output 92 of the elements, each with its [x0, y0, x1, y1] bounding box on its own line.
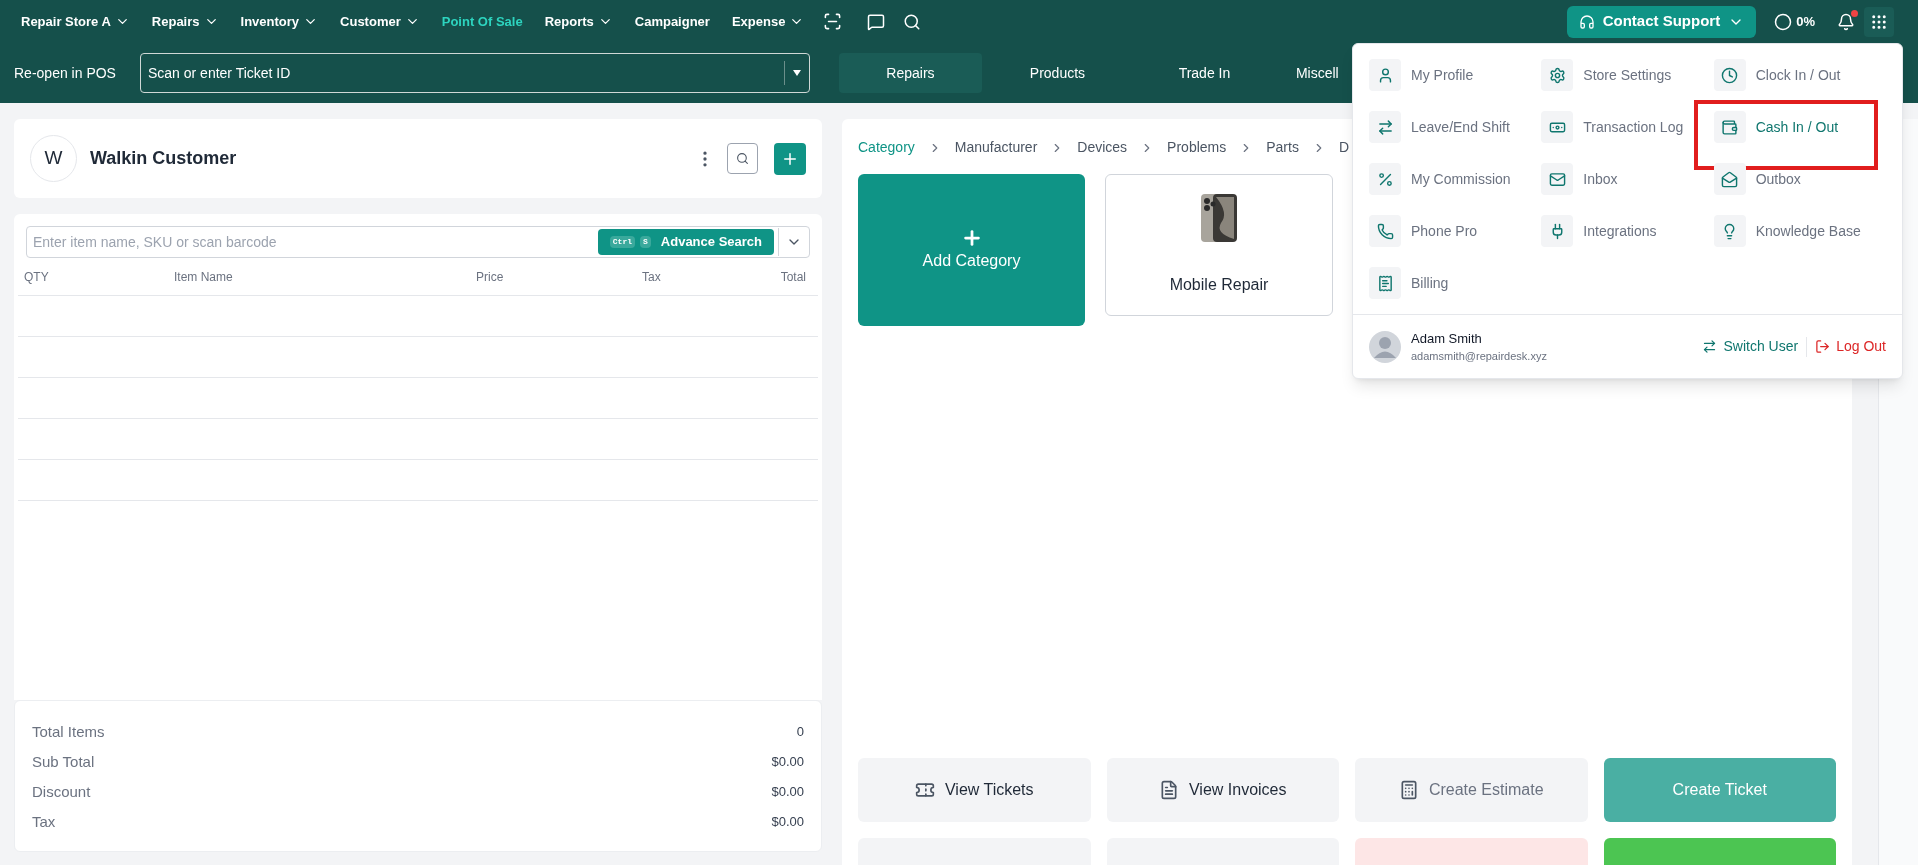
search-customer-button[interactable]: [727, 143, 758, 174]
scan-icon[interactable]: [823, 12, 843, 31]
open-envelope-icon: [1713, 163, 1746, 195]
menu-item[interactable]: Store Settings: [1541, 59, 1714, 91]
breadcrumb-link[interactable]: Category: [858, 137, 915, 158]
summary-label: Tax: [32, 811, 56, 832]
summary-label: Total Items: [32, 721, 105, 742]
summary-value: 0: [796, 723, 804, 742]
settings-icon: [1541, 59, 1574, 91]
menu-item[interactable]: Billing: [1369, 267, 1542, 299]
switch-user-link[interactable]: Switch User: [1702, 336, 1799, 357]
progress-percent: 0%: [1796, 12, 1815, 31]
menu-item[interactable]: Phone Pro: [1369, 215, 1542, 247]
nav-link[interactable]: Campaigner: [623, 11, 721, 32]
category-tab[interactable]: Products: [985, 53, 1129, 93]
log-out-icon: [1815, 339, 1831, 354]
menu-item[interactable]: Transaction Log: [1541, 111, 1714, 143]
menu-item[interactable]: Cash In / Out: [1713, 111, 1886, 143]
menu-item[interactable]: My Profile: [1369, 59, 1542, 91]
wallet-icon: [1713, 111, 1746, 143]
ticket-id-input[interactable]: Scan or enter Ticket ID: [140, 62, 784, 84]
menu-item[interactable]: Inbox: [1541, 163, 1714, 195]
nav-link[interactable]: Expense: [720, 11, 816, 32]
search-icon[interactable]: [903, 12, 922, 31]
ticket-icon: [914, 780, 935, 800]
menu-item[interactable]: My Commission: [1369, 163, 1542, 195]
column-header: Item Name: [174, 268, 234, 286]
phone-icon: [1369, 215, 1401, 247]
user-email: adamsmith@repairdesk.xyz: [1411, 349, 1547, 364]
breadcrumb-link[interactable]: D: [1338, 137, 1350, 158]
avatar-silhouette-icon: [1369, 330, 1401, 363]
customer-name: Walkin Customer: [90, 147, 237, 170]
summary-label: Sub Total: [32, 751, 95, 772]
column-header: Price: [476, 268, 505, 286]
action-button[interactable]: View Invoices: [1106, 758, 1339, 822]
menu-item[interactable]: Leave/End Shift: [1369, 111, 1542, 143]
item-search-bar[interactable]: Enter item name, SKU or scan barcode Ctrl S Advance Search: [26, 226, 810, 258]
plug-icon: [1541, 215, 1574, 247]
reopen-label: Re-open in POS: [14, 63, 116, 83]
nav-link[interactable]: Inventory: [229, 11, 330, 32]
bell-icon[interactable]: [1837, 12, 1855, 31]
add-customer-button[interactable]: [774, 142, 806, 175]
menu-item[interactable]: Integrations: [1541, 215, 1714, 247]
category-tab[interactable]: Trade In: [1132, 53, 1276, 93]
category-tab[interactable]: Repairs: [838, 53, 982, 93]
contact-support-button[interactable]: Contact Support: [1566, 5, 1757, 38]
summary-value: $0.00: [771, 813, 804, 832]
column-header: QTY: [24, 268, 50, 286]
column-header: Tax: [642, 268, 662, 286]
user-name: Adam Smith: [1411, 329, 1483, 348]
apps-grid-button[interactable]: [1864, 6, 1894, 37]
breadcrumb-link[interactable]: Devices: [1077, 137, 1128, 158]
person-icon: [1369, 59, 1401, 91]
clock-icon: [1713, 59, 1746, 91]
nav-link[interactable]: Customer: [329, 11, 431, 32]
swap-arrows-icon: [1369, 111, 1401, 143]
menu-item[interactable]: Knowledge Base: [1713, 215, 1886, 247]
banknote-icon: [1541, 111, 1574, 143]
key-cap: S: [640, 236, 651, 248]
summary-value: $0.00: [771, 783, 804, 802]
progress-ring-icon: [1774, 12, 1793, 31]
column-header: Total: [779, 268, 807, 286]
nav-link[interactable]: Repairs: [140, 11, 230, 32]
item-search-input[interactable]: Enter item name, SKU or scan barcode: [27, 231, 598, 253]
breadcrumb-link[interactable]: Parts: [1266, 137, 1299, 158]
menu-item[interactable]: Outbox: [1713, 163, 1886, 195]
nav-link[interactable]: Repair Store A: [10, 11, 141, 32]
ticket-id-combobox[interactable]: Scan or enter Ticket ID: [139, 53, 810, 93]
menu-item[interactable]: Clock In / Out: [1713, 59, 1886, 91]
apps-grid-icon: [1870, 12, 1888, 31]
swap-arrows-icon: [1702, 339, 1718, 354]
lightbulb-icon: [1713, 215, 1746, 247]
action-button[interactable]: Create Estimate: [1355, 758, 1588, 822]
headset-icon: [1578, 13, 1595, 30]
add-category-tile[interactable]: Add Category: [858, 174, 1085, 326]
log-out-link[interactable]: Log Out: [1815, 336, 1886, 357]
chat-icon[interactable]: [867, 12, 886, 31]
receipt-icon: [1369, 267, 1401, 299]
breadcrumb-link[interactable]: Manufacturer: [954, 137, 1038, 158]
breadcrumb-link[interactable]: Problems: [1167, 137, 1227, 158]
advance-search-button[interactable]: Ctrl S Advance Search: [597, 229, 774, 255]
nav-link[interactable]: Reports: [533, 11, 624, 32]
category-tile[interactable]: Mobile Repair: [1105, 174, 1333, 316]
document-icon: [1159, 780, 1179, 800]
nav-link[interactable]: Point Of Sale: [430, 11, 534, 32]
summary-label: Discount: [32, 781, 91, 802]
envelope-icon: [1541, 163, 1574, 195]
search-icon: [736, 152, 749, 165]
action-button[interactable]: View Tickets: [858, 758, 1091, 822]
summary-value: $0.00: [771, 753, 804, 772]
key-cap: Ctrl: [609, 236, 635, 248]
percent-icon: [1369, 163, 1401, 195]
